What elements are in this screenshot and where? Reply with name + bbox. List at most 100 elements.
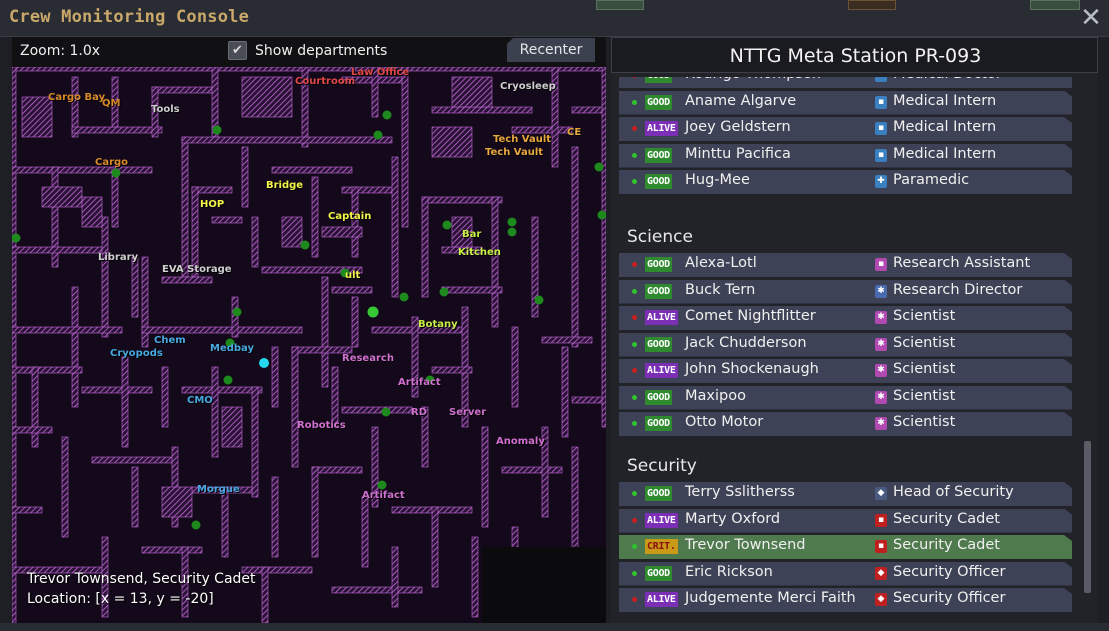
map-wall xyxy=(351,186,359,258)
crew-blip[interactable] xyxy=(377,480,387,490)
crew-job: Paramedic xyxy=(893,172,970,188)
map-wall xyxy=(351,296,359,348)
health-status-badge: GOOD xyxy=(645,416,672,431)
tracking-dot-icon xyxy=(632,262,637,267)
show-departments-label[interactable]: Show departments xyxy=(255,43,387,59)
map-wall xyxy=(71,126,163,134)
map-wall xyxy=(61,436,69,538)
medical-intern-icon: ▪ xyxy=(875,95,887,109)
crew-blip[interactable] xyxy=(399,292,409,302)
health-status-badge: GOOD xyxy=(645,77,672,83)
crew-row[interactable]: ALIVE Judgemente Merci Faith ◆ Security Off… xyxy=(619,588,1072,612)
map-wall xyxy=(511,326,519,408)
map-wall xyxy=(361,496,369,568)
window-bottom-edge xyxy=(0,623,1109,631)
crew-row[interactable]: GOOD Eric Rickson ◆ Security Officer xyxy=(619,561,1072,586)
crew-row[interactable]: ALIVE John Shockenaugh ✱ Scientist xyxy=(619,359,1072,383)
crew-name: Jack Chudderson xyxy=(685,334,807,351)
crew-blip[interactable] xyxy=(373,130,383,140)
scientist-icon: ✱ xyxy=(875,337,887,351)
crew-row[interactable]: GOOD Otto Motor ✱ Scientist xyxy=(619,412,1072,436)
crew-row[interactable]: GOOD Terry Sslitherss ◆ Head of Security xyxy=(619,482,1072,506)
crew-blip[interactable] xyxy=(191,520,201,530)
scientist-icon: ✱ xyxy=(875,417,887,430)
recenter-button[interactable]: Recenter xyxy=(507,38,595,62)
show-departments-checkbox[interactable]: ✔ xyxy=(228,41,247,60)
crew-row[interactable]: CRIT. Trevor Townsend ▪ Security Cadet xyxy=(619,535,1072,559)
map-area-label: ult xyxy=(345,270,361,281)
crew-name: Minttu Pacifica xyxy=(685,145,791,162)
health-status-badge: ALIVE xyxy=(645,121,678,136)
crew-blip[interactable] xyxy=(439,287,449,297)
crew-row[interactable]: GOOD Buck Tern ✱ Research Director xyxy=(619,279,1072,304)
map-wall xyxy=(261,566,269,623)
map-area-label: Cargo Bay xyxy=(48,92,106,103)
crew-name: Joey Geldstern xyxy=(685,119,791,135)
crew-job: Scientist xyxy=(893,387,956,404)
selected-crew-location: Location: [x = 13, y = -20] xyxy=(27,591,214,607)
crew-list[interactable]: GOOD Rodrigo Thompson ✚ Medical Doctor GOOD A… xyxy=(611,77,1098,617)
map-area-label: Law Office xyxy=(351,67,410,78)
map-wall xyxy=(421,196,429,298)
crew-job: Security Officer xyxy=(893,590,1006,606)
station-map[interactable]: Zoom: 1.0x ✔ Show departments Recenter C… xyxy=(12,37,606,623)
crew-row[interactable]: GOOD Maxipoo ✱ Scientist xyxy=(619,385,1072,410)
map-area-label: Medbay xyxy=(210,343,255,354)
map-wall xyxy=(431,126,473,158)
close-icon[interactable]: ✕ xyxy=(1077,4,1105,32)
map-wall xyxy=(12,67,17,623)
crew-blip[interactable] xyxy=(232,307,242,317)
crew-name: Buck Tern xyxy=(685,281,756,298)
map-area-label: Botany xyxy=(418,319,458,330)
crew-row[interactable]: GOOD Aname Algarve ▪ Medical Intern xyxy=(619,90,1072,115)
tracking-dot-icon xyxy=(632,152,637,158)
crew-row[interactable]: GOOD Minttu Pacifica ▪ Medical Intern xyxy=(619,143,1072,168)
crew-blip[interactable] xyxy=(367,306,379,318)
map-wall xyxy=(251,386,259,498)
crew-blip[interactable] xyxy=(442,220,452,230)
crew-blip[interactable] xyxy=(594,162,604,172)
crew-name: Eric Rickson xyxy=(685,563,773,580)
crew-blip[interactable] xyxy=(300,240,310,250)
department-heading: Science xyxy=(627,227,693,247)
crew-blip[interactable] xyxy=(381,407,391,417)
crew-row[interactable]: GOOD Hug-Mee ✚ Paramedic xyxy=(619,170,1072,194)
health-status-badge: GOOD xyxy=(645,565,672,581)
crew-row[interactable]: GOOD Alexa-Lotl ▪ Research Assistant xyxy=(619,253,1072,277)
head-of-security-icon: ◆ xyxy=(875,487,887,500)
map-wall xyxy=(401,67,409,228)
crew-row[interactable]: GOOD Rodrigo Thompson ✚ Medical Doctor xyxy=(619,77,1072,88)
map-area-label: Cryopods xyxy=(110,348,163,359)
map-wall xyxy=(281,216,303,248)
crew-list-scrollbar[interactable] xyxy=(1084,441,1091,593)
map-toolbar: Zoom: 1.0x ✔ Show departments Recenter xyxy=(12,37,606,67)
crew-row[interactable]: GOOD Jack Chudderson ✱ Scientist xyxy=(619,332,1072,357)
crew-blip[interactable] xyxy=(507,217,517,227)
map-wall xyxy=(391,156,399,298)
map-area-label: Morgue xyxy=(197,484,240,495)
selected-crew-info: Trevor Townsend, Security Cadet Location… xyxy=(27,569,256,609)
tracking-dot-icon xyxy=(632,288,637,294)
health-status-badge: ALIVE xyxy=(645,512,678,528)
crew-blip[interactable] xyxy=(534,295,544,305)
crew-blip[interactable] xyxy=(111,168,121,178)
crew-blip[interactable] xyxy=(212,125,222,135)
crew-row[interactable]: ALIVE Comet Nightflitter ✱ Scientist xyxy=(619,306,1072,330)
tracking-dot-icon xyxy=(632,421,637,426)
crew-blip[interactable] xyxy=(507,227,517,237)
map-wall xyxy=(181,136,393,144)
crew-blip[interactable] xyxy=(382,110,392,120)
zoom-label: Zoom: 1.0x xyxy=(20,43,101,59)
crew-blip[interactable] xyxy=(223,375,233,385)
map-area-label: Robotics xyxy=(297,420,346,431)
crew-row[interactable]: ALIVE Joey Geldstern ▪ Medical Intern xyxy=(619,117,1072,141)
map-area-label: Anomaly xyxy=(496,436,545,447)
map-area-label: Courtroom xyxy=(295,76,356,87)
map-wall xyxy=(12,166,153,174)
crew-row[interactable]: ALIVE Marty Oxford ▪ Security Cadet xyxy=(619,508,1072,533)
map-wall xyxy=(251,216,259,268)
crew-job: Security Cadet xyxy=(893,537,1000,553)
selected-crew-blip[interactable] xyxy=(259,358,269,368)
map-area-label: CMO xyxy=(187,395,213,406)
map-area-label: Bar xyxy=(462,229,482,240)
